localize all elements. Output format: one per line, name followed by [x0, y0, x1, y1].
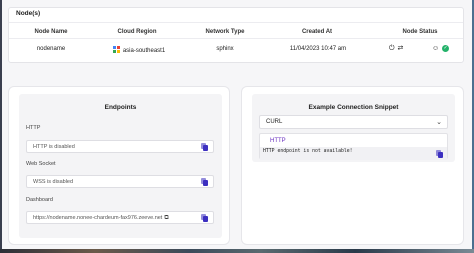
snippet-panel: Example Connection Snippet CURL ⌄ HTTP H… [241, 86, 464, 245]
websocket-endpoint-value: WSS is disabled [33, 179, 74, 185]
dashboard-label: Dashboard [26, 197, 53, 203]
copy-icon[interactable] [201, 143, 209, 151]
refresh-icon[interactable]: ⇄ [398, 45, 404, 52]
copy-icon[interactable] [201, 214, 209, 222]
snippet-language-select[interactable]: CURL ⌄ [259, 115, 448, 129]
endpoints-box: Endpoints HTTP HTTP is disabled Web Sock… [19, 94, 222, 238]
tab-http[interactable]: HTTP [270, 138, 286, 145]
table-header-divider [9, 38, 463, 39]
region-label: asia-southeast1 [122, 48, 166, 54]
endpoints-panel: Endpoints HTTP HTTP is disabled Web Sock… [8, 86, 230, 245]
external-link-icon[interactable]: ⧉ [164, 215, 168, 221]
created-at-cell: 11/04/2023 10:47 am [289, 46, 347, 52]
copy-icon[interactable] [201, 178, 209, 186]
col-network-type: Network Type [205, 29, 245, 35]
dashboard-link[interactable]: https://nodename.nonee-chardeum-fax976.z… [33, 215, 162, 221]
code-text: HTTP endpoint is not available! [263, 149, 353, 154]
col-node-status: Node Status [402, 29, 438, 35]
websocket-label: Web Socket [26, 161, 56, 167]
status-ok-icon: ✓ [442, 45, 450, 52]
cloud-region-cell: asia-southeast1 [99, 46, 179, 54]
node-name-cell[interactable]: nodename [15, 46, 87, 52]
dashboard-link-field: https://nodename.nonee-chardeum-fax976.z… [26, 211, 214, 224]
nodes-card: Node(s) Node Name Cloud Region Network T… [8, 7, 464, 63]
col-cloud-region: Cloud Region [117, 29, 157, 35]
node-actions: ⏻ ⇄ [389, 45, 409, 52]
snippet-box: Example Connection Snippet CURL ⌄ HTTP H… [252, 94, 455, 162]
endpoints-title: Endpoints [104, 104, 137, 111]
http-endpoint-value: HTTP is disabled [33, 144, 75, 150]
http-endpoint-field: HTTP is disabled [26, 140, 214, 153]
gcp-region-icon [112, 46, 121, 54]
code-snippet-area: HTTP HTTP endpoint is not available! [259, 133, 448, 160]
snippet-title: Example Connection Snippet [308, 104, 399, 111]
window-frame-left [0, 0, 2, 253]
copy-icon[interactable] [436, 150, 444, 158]
code-block: HTTP endpoint is not available! [260, 147, 447, 160]
node-status-cell: ☺ ✓ [432, 45, 456, 52]
user-circle-icon[interactable]: ☺ [432, 45, 439, 52]
col-node-name: Node Name [34, 29, 68, 35]
network-type-cell: sphinx [216, 46, 234, 52]
taskbar-strip [0, 249, 474, 253]
websocket-endpoint-field: WSS is disabled [26, 175, 214, 188]
power-icon[interactable]: ⏻ [389, 45, 395, 52]
snippet-language-value: CURL [266, 119, 283, 125]
nodes-card-title: Node(s) [9, 8, 463, 23]
http-label: HTTP [26, 125, 41, 131]
col-created-at: Created At [301, 29, 333, 35]
chevron-down-icon: ⌄ [436, 119, 442, 126]
